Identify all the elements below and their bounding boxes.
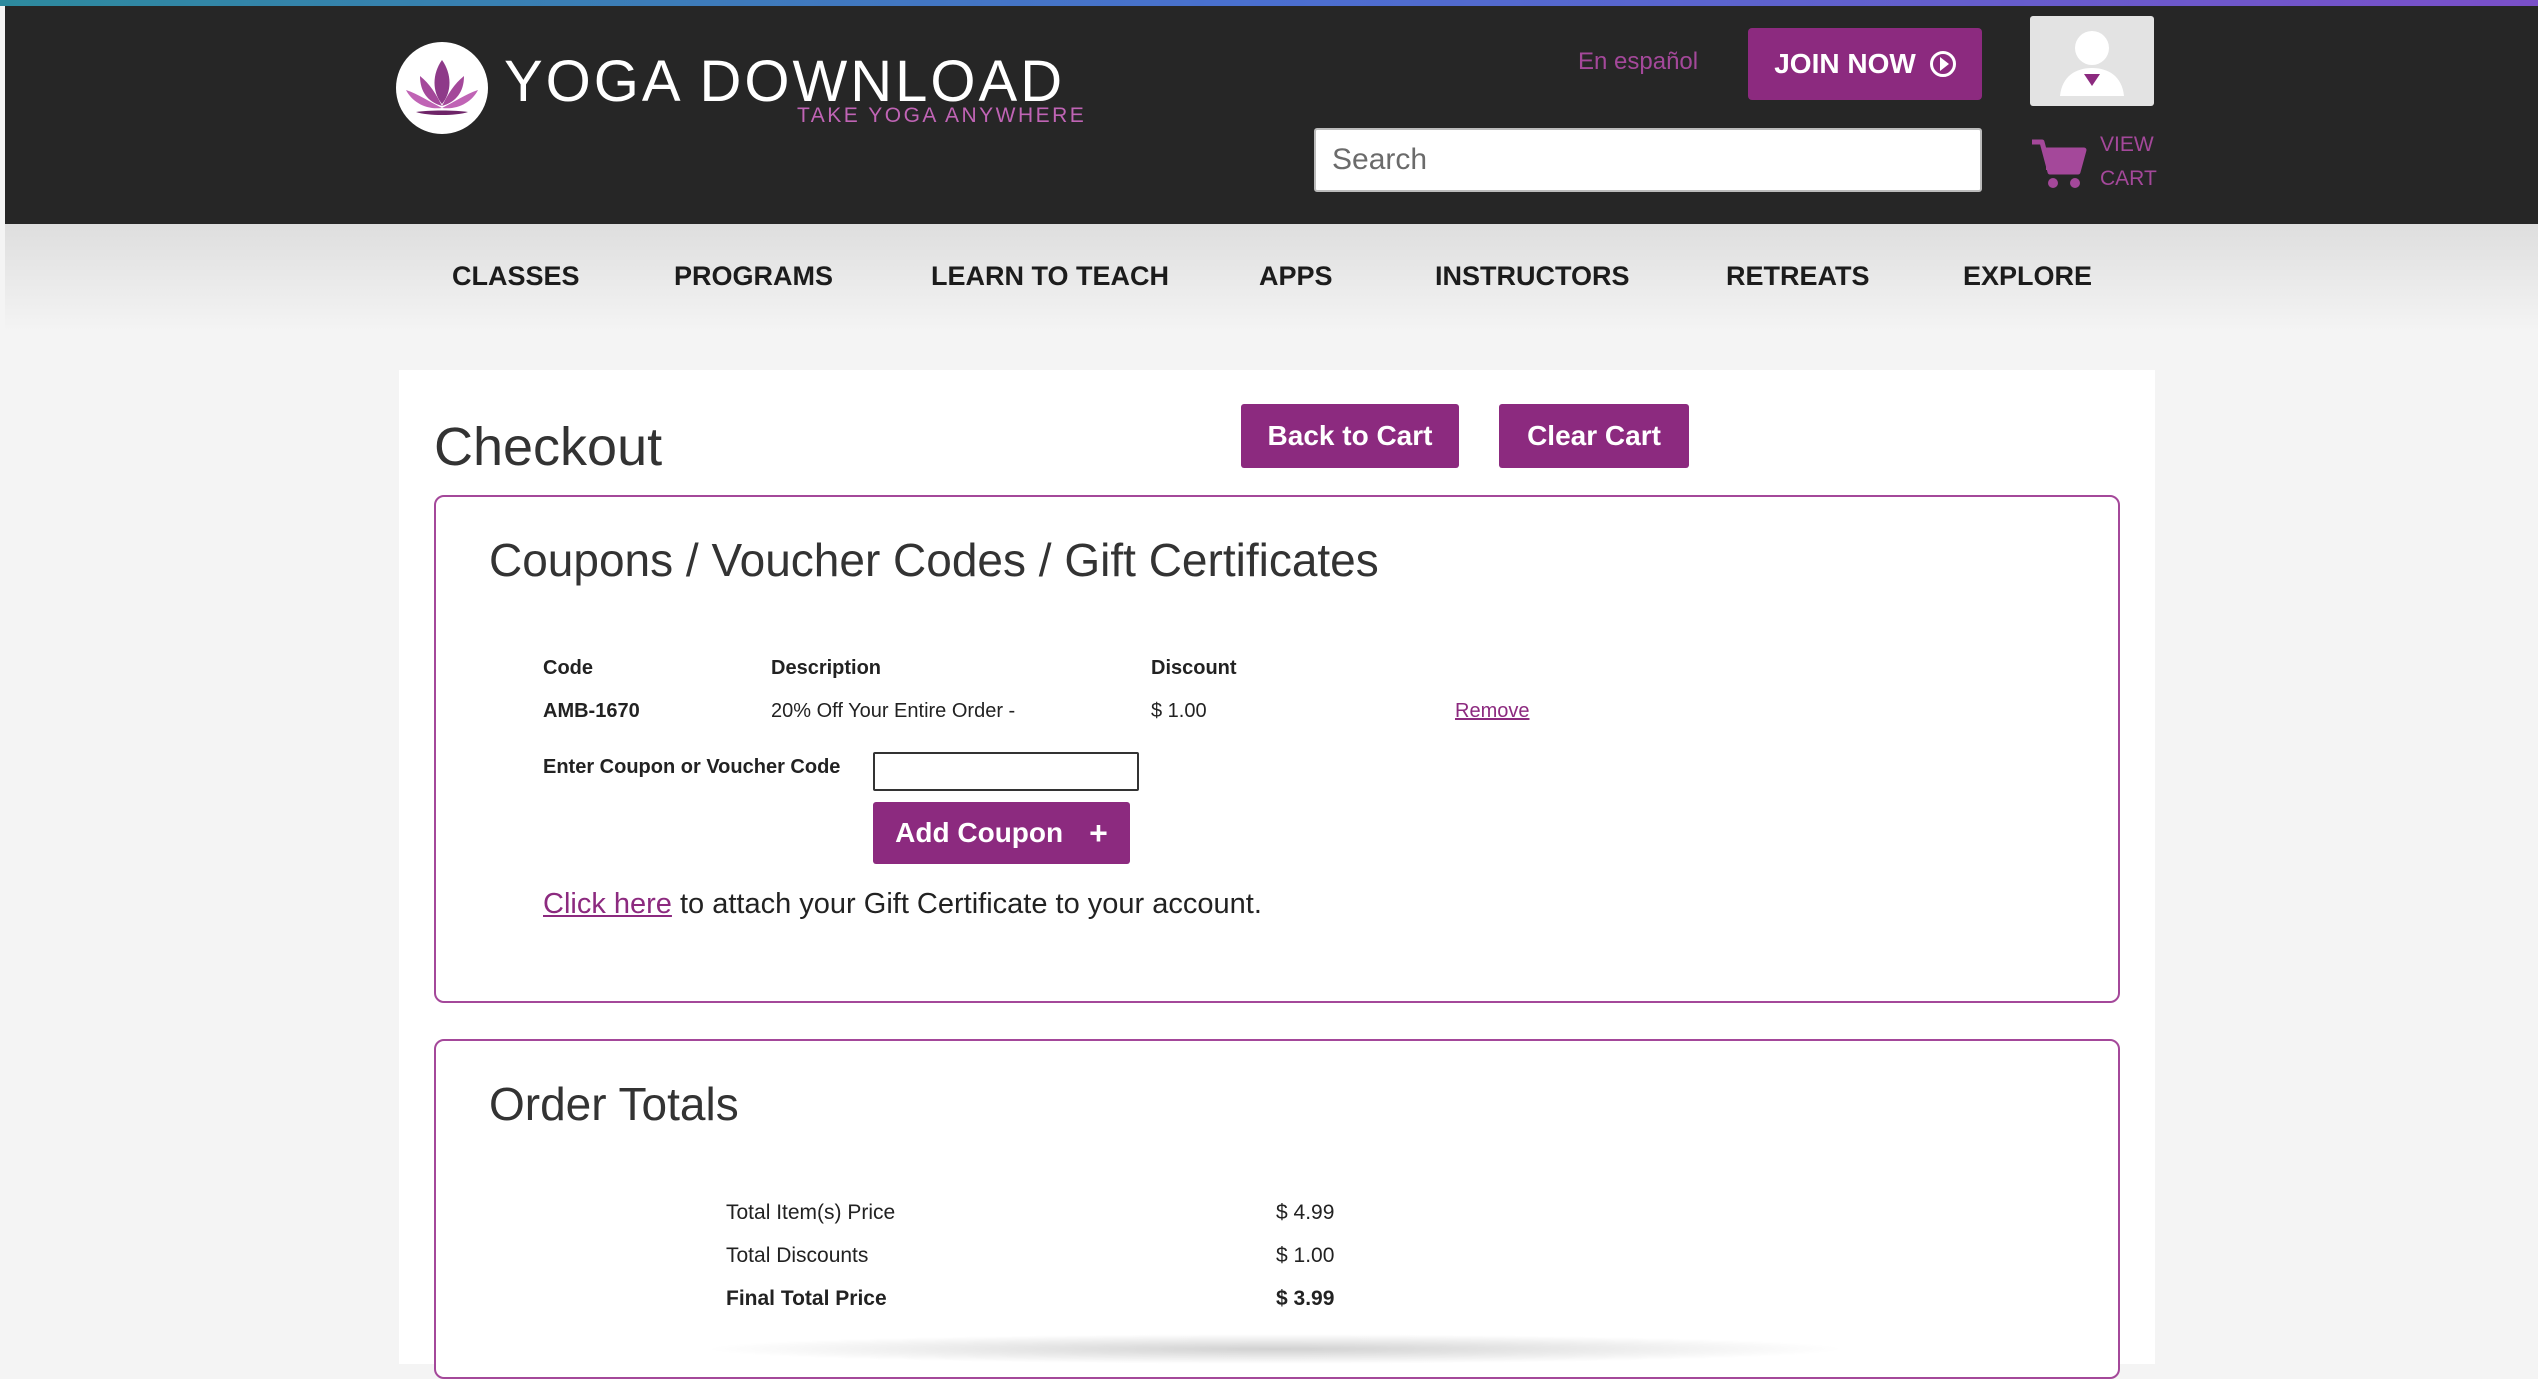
shopping-cart-icon — [2032, 139, 2087, 188]
order-totals-title: Order Totals — [489, 1078, 739, 1130]
brand-tagline: TAKE YOGA ANYWHERE — [797, 104, 1087, 127]
nav-item-apps[interactable]: APPS — [1259, 261, 1333, 292]
final-total-value: $ 3.99 — [1276, 1287, 1335, 1310]
user-avatar-icon — [2060, 31, 2124, 96]
user-account-button[interactable] — [2030, 16, 2154, 106]
plus-icon: + — [1089, 814, 1108, 851]
bottom-shadow — [700, 1334, 1850, 1364]
coupon-header-code: Code — [543, 657, 593, 679]
final-total-label: Final Total Price — [726, 1287, 887, 1310]
coupon-header-discount: Discount — [1151, 657, 1237, 679]
join-now-button[interactable]: JOIN NOW — [1748, 28, 1982, 100]
total-discounts-value: $ 1.00 — [1276, 1244, 1335, 1267]
page-root: YOGA DOWNLOAD TAKE YOGA ANYWHERE En espa… — [0, 0, 2538, 1379]
view-cart-link[interactable]: VIEW CART — [2030, 128, 2160, 196]
clear-cart-button[interactable]: Clear Cart — [1499, 404, 1689, 468]
total-items-value: $ 4.99 — [1276, 1201, 1335, 1224]
view-cart-label: VIEW CART — [2100, 133, 2157, 190]
back-to-cart-button[interactable]: Back to Cart — [1241, 404, 1459, 468]
search-input[interactable] — [1314, 128, 1982, 192]
gift-certificate-link[interactable]: Click here — [543, 888, 672, 920]
total-items-label: Total Item(s) Price — [726, 1201, 896, 1224]
page-title: Checkout — [434, 417, 663, 477]
add-coupon-button[interactable]: Add Coupon + — [873, 802, 1130, 864]
language-link[interactable]: En español — [1578, 48, 1698, 76]
nav-item-programs[interactable]: PROGRAMS — [674, 261, 833, 292]
main-nav: CLASSES PROGRAMS LEARN TO TEACH APPS INS… — [5, 224, 2538, 332]
coupon-description: 20% Off Your Entire Order - — [771, 700, 1016, 722]
nav-item-classes[interactable]: CLASSES — [452, 261, 580, 292]
gift-certificate-text: to attach your Gift Certificate to your … — [671, 888, 1262, 920]
coupons-title: Coupons / Voucher Codes / Gift Certifica… — [489, 534, 1379, 586]
gift-certificate-note: Click here to attach your Gift Certifica… — [543, 888, 1262, 921]
total-discounts-label: Total Discounts — [726, 1244, 869, 1267]
lotus-logo-icon — [396, 42, 488, 134]
arrow-circle-icon — [1929, 51, 1956, 77]
nav-item-explore[interactable]: EXPLORE — [1963, 261, 2092, 292]
coupon-entry-label: Enter Coupon or Voucher Code — [543, 756, 841, 778]
remove-coupon-link[interactable]: Remove — [1455, 700, 1529, 723]
nav-item-retreats[interactable]: RETREATS — [1726, 261, 1870, 292]
coupon-code: AMB-1670 — [543, 700, 640, 722]
coupon-code-input[interactable] — [873, 752, 1139, 791]
nav-item-instructors[interactable]: INSTRUCTORS — [1435, 261, 1630, 292]
join-now-label: JOIN NOW — [1774, 48, 1916, 79]
coupon-discount: $ 1.00 — [1151, 700, 1207, 722]
site-logo[interactable]: YOGA DOWNLOAD TAKE YOGA ANYWHERE — [396, 36, 1086, 136]
add-coupon-label: Add Coupon — [895, 817, 1064, 848]
nav-item-learn-to-teach[interactable]: LEARN TO TEACH — [931, 261, 1169, 292]
coupon-header-description: Description — [771, 657, 882, 679]
